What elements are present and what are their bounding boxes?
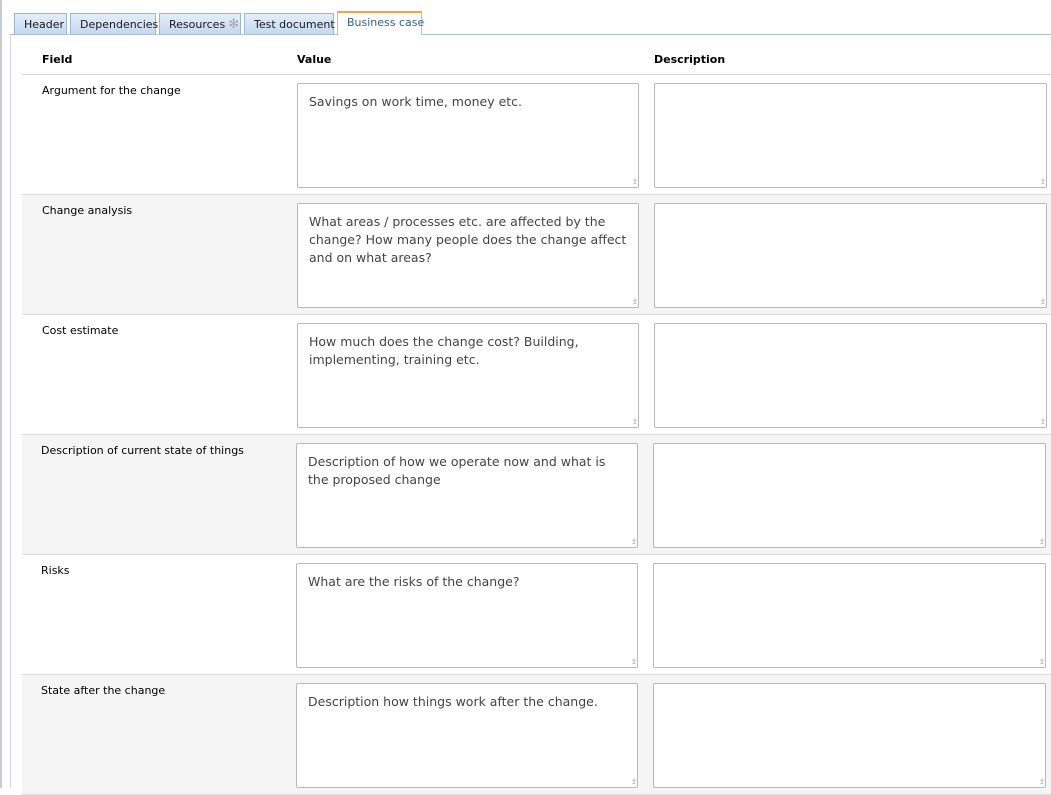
tab-business-case[interactable]: Business case	[337, 11, 425, 35]
resize-handle-icon[interactable]: ⁞⁞	[1040, 778, 1044, 786]
description-textarea[interactable]: ⁞⁞	[654, 203, 1047, 308]
value-textarea[interactable]: Description of how we operate now and wh…	[296, 443, 638, 548]
tab-label: Header	[24, 17, 65, 31]
table-row: Description of current state of things D…	[22, 435, 1051, 555]
business-case-panel: Field Value Description Argument for the…	[10, 34, 1051, 795]
table-body: Argument for the change Savings on work …	[22, 75, 1051, 795]
field-label: State after the change	[41, 684, 166, 697]
resize-handle-icon[interactable]: ⁞⁞	[1041, 298, 1045, 306]
value-text: Savings on work time, money etc.	[309, 94, 523, 109]
field-label: Risks	[41, 564, 70, 577]
description-textarea[interactable]: ⁞⁞	[653, 563, 1046, 668]
value-textarea[interactable]: Savings on work time, money etc. ⁞⁞	[297, 83, 639, 188]
tab-dependencies[interactable]: Dependencies	[70, 13, 159, 35]
gear-icon: ✻	[228, 16, 240, 32]
table-row: Change analysis What areas / processes e…	[22, 195, 1051, 315]
value-textarea[interactable]: Description how things work after the ch…	[296, 683, 638, 788]
resize-handle-icon[interactable]: ⁞⁞	[632, 658, 636, 666]
description-textarea[interactable]: ⁞⁞	[653, 443, 1046, 548]
value-textarea[interactable]: How much does the change cost? Building,…	[297, 323, 639, 428]
column-header-field: Field	[42, 53, 73, 66]
tab-bar: Header Dependencies Resources ✻ Test doc…	[14, 11, 425, 35]
field-label: Cost estimate	[42, 324, 119, 337]
value-text: What areas / processes etc. are affected…	[309, 214, 627, 265]
resize-handle-icon[interactable]: ⁞⁞	[1040, 538, 1044, 546]
value-text: Description of how we operate now and wh…	[308, 454, 606, 487]
window-left-edge	[0, 0, 2, 788]
resize-handle-icon[interactable]: ⁞⁞	[632, 778, 636, 786]
business-case-table: Field Value Description Argument for the…	[22, 35, 1051, 795]
tab-header[interactable]: Header	[14, 13, 67, 35]
value-textarea[interactable]: What are the risks of the change? ⁞⁞	[296, 563, 638, 668]
table-row: State after the change Description how t…	[22, 675, 1051, 795]
tab-label: Dependencies	[80, 17, 159, 31]
description-textarea[interactable]: ⁞⁞	[654, 323, 1047, 428]
description-textarea[interactable]: ⁞⁞	[654, 83, 1047, 188]
table-row: Cost estimate How much does the change c…	[22, 315, 1051, 435]
resize-handle-icon[interactable]: ⁞⁞	[633, 298, 637, 306]
value-text: What are the risks of the change?	[308, 574, 520, 589]
value-text: How much does the change cost? Building,…	[309, 334, 579, 367]
table-row: Risks What are the risks of the change? ⁞…	[22, 555, 1051, 675]
tab-resources[interactable]: Resources ✻	[159, 13, 241, 35]
resize-handle-icon[interactable]: ⁞⁞	[1041, 178, 1045, 186]
tab-label: Resources	[169, 17, 226, 31]
resize-handle-icon[interactable]: ⁞⁞	[632, 538, 636, 546]
resize-handle-icon[interactable]: ⁞⁞	[1041, 418, 1045, 426]
value-text: Description how things work after the ch…	[308, 694, 598, 709]
table-header: Field Value Description	[22, 35, 1051, 75]
resize-handle-icon[interactable]: ⁞⁞	[633, 418, 637, 426]
field-label: Change analysis	[42, 204, 133, 217]
column-header-value: Value	[297, 53, 332, 66]
column-header-description: Description	[654, 53, 726, 66]
tab-test-document[interactable]: Test document	[244, 13, 335, 35]
field-label: Description of current state of things	[41, 444, 244, 457]
resize-handle-icon[interactable]: ⁞⁞	[1040, 658, 1044, 666]
value-textarea[interactable]: What areas / processes etc. are affected…	[297, 203, 639, 308]
tab-label: Test document	[254, 17, 335, 31]
tab-label: Business case	[347, 16, 425, 29]
table-row: Argument for the change Savings on work …	[22, 75, 1051, 195]
field-label: Argument for the change	[42, 84, 181, 97]
resize-handle-icon[interactable]: ⁞⁞	[633, 178, 637, 186]
description-textarea[interactable]: ⁞⁞	[653, 683, 1046, 788]
